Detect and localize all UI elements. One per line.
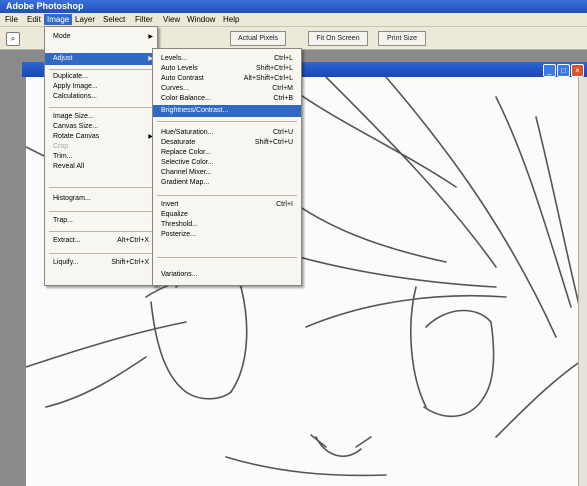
menubar: File Edit Image Layer Select Filter View… xyxy=(0,13,587,27)
app-title: Adobe Photoshop xyxy=(6,1,84,11)
menu-help[interactable]: Help xyxy=(220,14,242,25)
app-titlebar: Adobe Photoshop xyxy=(0,0,587,13)
vertical-scrollbar[interactable] xyxy=(578,77,587,486)
menu-file[interactable]: File xyxy=(2,14,21,25)
menu-separator xyxy=(49,107,153,108)
menu-select[interactable]: Select xyxy=(100,14,128,25)
zoom-tool-icon[interactable]: ⌕ xyxy=(6,32,20,46)
menu-separator xyxy=(157,257,297,258)
menu-layer[interactable]: Layer xyxy=(72,14,98,25)
menu-separator xyxy=(157,121,297,122)
image-menu: Mode ▶ Adjust ▶ Duplicate... Apply Image..… xyxy=(44,26,158,286)
menu-item-color-balance[interactable]: Color Balance... Ctrl+B xyxy=(153,93,301,105)
menu-item-mode[interactable]: Mode ▶ xyxy=(45,31,157,43)
menu-separator xyxy=(49,253,153,254)
menu-item-calculations[interactable]: Calculations... xyxy=(45,91,157,103)
menu-view[interactable]: View xyxy=(160,14,183,25)
menu-item-liquify[interactable]: Liquify... Shift+Ctrl+X xyxy=(45,257,157,269)
menu-item-variations[interactable]: Variations... xyxy=(153,269,301,281)
menu-item-extract[interactable]: Extract... Alt+Ctrl+X xyxy=(45,235,157,247)
menu-window[interactable]: Window xyxy=(184,14,218,25)
menu-separator xyxy=(49,231,153,232)
adjust-submenu: Levels... Ctrl+L Auto Levels Shift+Ctrl+L … xyxy=(152,48,302,286)
print-size-button[interactable]: Print Size xyxy=(378,31,426,46)
menu-separator xyxy=(49,187,153,188)
menu-separator xyxy=(157,195,297,196)
menu-item-gradient-map[interactable]: Gradient Map... xyxy=(153,177,301,189)
menu-item-trap[interactable]: Trap... xyxy=(45,215,157,227)
menu-separator xyxy=(49,69,153,70)
menu-item-adjust[interactable]: Adjust ▶ xyxy=(45,53,157,65)
maximize-icon[interactable]: □ xyxy=(557,64,570,77)
actual-pixels-button[interactable]: Actual Pixels xyxy=(230,31,286,46)
menu-item-brightness-contrast[interactable]: Brightness/Contrast... xyxy=(153,105,301,117)
menu-separator xyxy=(49,211,153,212)
submenu-arrow-icon: ▶ xyxy=(148,34,153,40)
minimize-icon[interactable]: _ xyxy=(543,64,556,77)
menu-item-posterize[interactable]: Posterize... xyxy=(153,229,301,241)
menu-edit[interactable]: Edit xyxy=(24,14,44,25)
menu-image[interactable]: Image xyxy=(44,14,73,25)
menu-item-reveal-all[interactable]: Reveal All xyxy=(45,161,157,173)
close-icon[interactable]: × xyxy=(571,64,584,77)
fit-on-screen-button[interactable]: Fit On Screen xyxy=(308,31,368,46)
menu-item-histogram[interactable]: Histogram... xyxy=(45,193,157,205)
menu-filter[interactable]: Filter xyxy=(132,14,156,25)
